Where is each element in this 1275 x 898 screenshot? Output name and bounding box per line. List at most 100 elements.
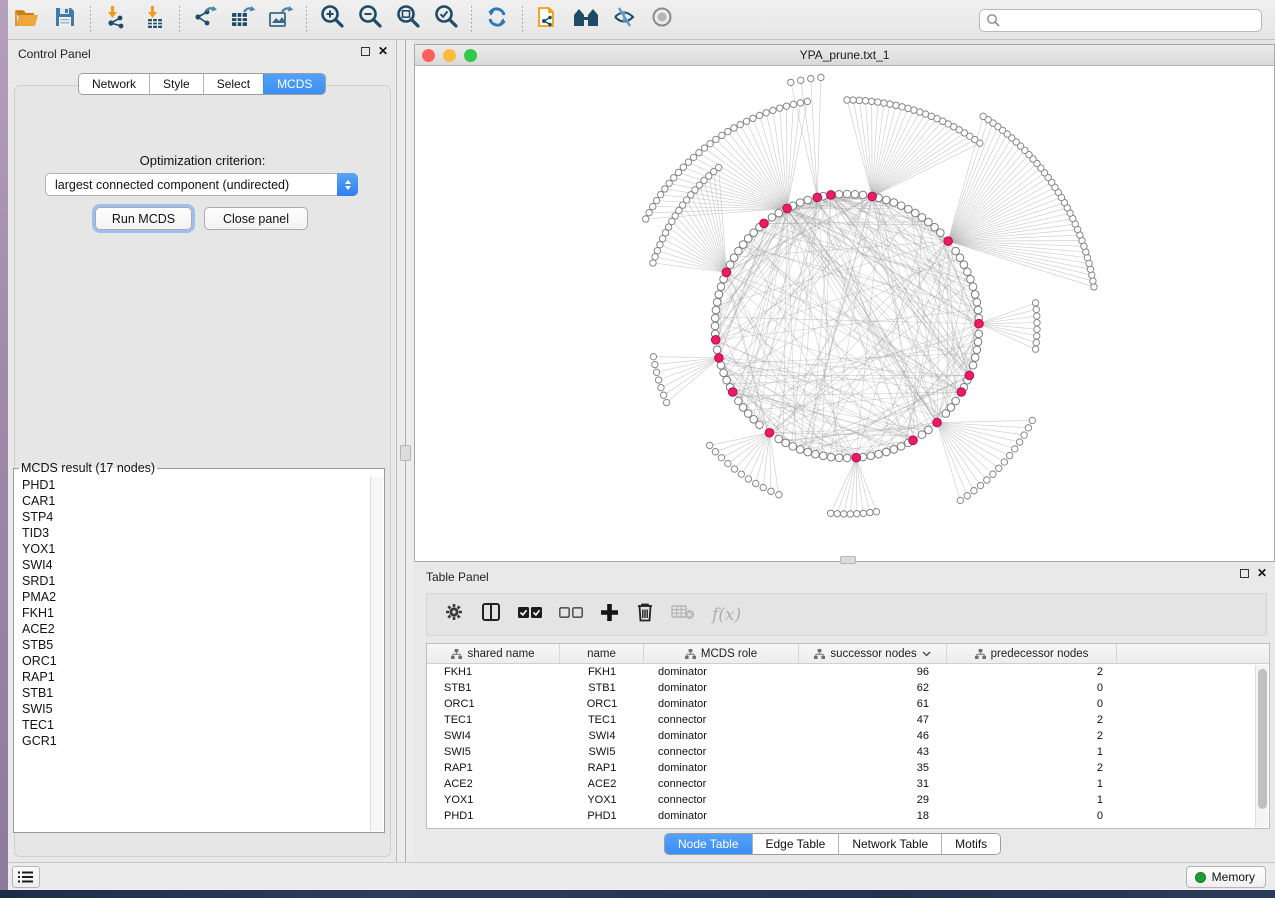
network-node[interactable] <box>657 241 663 247</box>
network-node[interactable] <box>882 196 890 204</box>
network-node[interactable] <box>1090 278 1096 284</box>
mcds-network-node[interactable] <box>852 453 861 462</box>
zoom-out-button[interactable] <box>353 4 387 36</box>
network-node[interactable] <box>808 75 814 81</box>
network-node[interactable] <box>843 190 851 198</box>
tab-network-table[interactable]: Network Table <box>838 834 941 854</box>
network-node[interactable] <box>653 197 659 203</box>
mcds-network-node[interactable] <box>760 219 769 228</box>
tab-style[interactable]: Style <box>149 74 203 94</box>
network-node[interactable] <box>804 448 812 456</box>
network-node[interactable] <box>827 453 835 461</box>
network-node[interactable] <box>875 450 883 458</box>
network-node[interactable] <box>1091 284 1097 290</box>
network-node[interactable] <box>717 283 725 291</box>
table-row[interactable]: SWI4SWI4dominator462 <box>427 728 1269 744</box>
column-header-shared-name[interactable]: shared name <box>427 644 560 663</box>
network-node[interactable] <box>860 510 866 516</box>
mcds-result-item[interactable]: YOX1 <box>15 541 370 557</box>
network-node[interactable] <box>841 511 847 517</box>
network-node[interactable] <box>1025 425 1031 431</box>
mcds-network-node[interactable] <box>944 237 953 246</box>
network-node[interactable] <box>1016 439 1022 445</box>
mcds-network-node[interactable] <box>813 193 822 202</box>
network-node[interactable] <box>964 268 972 276</box>
network-node[interactable] <box>798 77 804 83</box>
network-node[interactable] <box>745 476 751 482</box>
network-node[interactable] <box>775 435 783 443</box>
network-node[interactable] <box>897 443 905 451</box>
table-row[interactable]: TEC1TEC1connector472 <box>427 712 1269 728</box>
export-network-button[interactable] <box>188 4 222 36</box>
export-image-button[interactable] <box>264 4 298 36</box>
network-node[interactable] <box>980 113 986 119</box>
network-node[interactable] <box>1034 313 1040 319</box>
tab-select[interactable]: Select <box>203 74 263 94</box>
network-node[interactable] <box>834 511 840 517</box>
mcds-result-list[interactable]: PHD1CAR1STP4TID3YOX1SWI4SRD1PMA2FKH1ACE2… <box>15 477 370 831</box>
network-node[interactable] <box>812 450 820 458</box>
horizontal-splitter-handle[interactable] <box>840 556 856 564</box>
network-node[interactable] <box>843 454 851 462</box>
column-header-successor-nodes[interactable]: successor nodes <box>799 644 947 663</box>
network-node[interactable] <box>925 426 933 434</box>
network-node[interactable] <box>660 392 666 398</box>
network-node[interactable] <box>731 466 737 472</box>
network-node[interactable] <box>862 98 868 104</box>
network-node[interactable] <box>743 118 749 124</box>
apply-layout-button[interactable] <box>480 4 514 36</box>
network-node[interactable] <box>969 361 977 369</box>
network-node[interactable] <box>783 103 789 109</box>
network-node[interactable] <box>680 164 686 170</box>
network-node[interactable] <box>971 488 977 494</box>
network-node[interactable] <box>718 455 724 461</box>
network-node[interactable] <box>711 314 719 322</box>
network-node[interactable] <box>768 214 776 222</box>
network-node[interactable] <box>658 384 664 390</box>
network-node[interactable] <box>737 121 743 127</box>
mcds-result-item[interactable]: STB1 <box>15 685 370 701</box>
network-node[interactable] <box>1029 417 1035 423</box>
mcds-network-node[interactable] <box>933 418 942 427</box>
network-node[interactable] <box>971 354 979 362</box>
network-node[interactable] <box>701 145 707 151</box>
network-node[interactable] <box>1034 326 1040 332</box>
network-node[interactable] <box>890 199 898 207</box>
network-node[interactable] <box>977 482 983 488</box>
search-network-button[interactable] <box>569 4 603 36</box>
column-header-predecessor-nodes[interactable]: predecessor nodes <box>947 644 1117 663</box>
show-columns-icon[interactable] <box>481 602 501 627</box>
network-node[interactable] <box>650 203 656 209</box>
network-node[interactable] <box>776 492 782 498</box>
network-node[interactable] <box>657 191 663 197</box>
network-node[interactable] <box>776 105 782 111</box>
mcds-network-node[interactable] <box>957 388 966 397</box>
table-row[interactable]: RAP1RAP1dominator352 <box>427 760 1269 776</box>
network-node[interactable] <box>819 452 827 460</box>
network-node[interactable] <box>706 442 712 448</box>
tab-mcds[interactable]: MCDS <box>263 74 325 94</box>
network-node[interactable] <box>975 330 983 338</box>
network-node[interactable] <box>960 261 968 269</box>
export-table-button[interactable] <box>226 4 260 36</box>
network-node[interactable] <box>790 101 796 107</box>
mcds-result-item[interactable]: SWI5 <box>15 701 370 717</box>
network-node[interactable] <box>818 74 824 80</box>
network-node[interactable] <box>738 471 744 477</box>
mcds-network-node[interactable] <box>965 371 974 380</box>
tab-motifs[interactable]: Motifs <box>941 834 1000 854</box>
table-settings-gear-icon[interactable] <box>444 602 464 627</box>
mcds-network-node[interactable] <box>827 191 836 200</box>
network-node[interactable] <box>911 209 919 217</box>
splitter-handle[interactable] <box>400 445 411 461</box>
network-file-button[interactable] <box>531 4 565 36</box>
network-node[interactable] <box>1006 452 1012 458</box>
mcds-network-node[interactable] <box>909 436 918 445</box>
network-node[interactable] <box>804 98 810 104</box>
open-file-button[interactable] <box>10 4 44 36</box>
table-row[interactable]: YOX1YOX1connector291 <box>427 792 1269 808</box>
network-node[interactable] <box>952 247 960 255</box>
network-node[interactable] <box>707 140 713 146</box>
network-node[interactable] <box>671 175 677 181</box>
tab-node-table[interactable]: Node Table <box>665 834 752 854</box>
